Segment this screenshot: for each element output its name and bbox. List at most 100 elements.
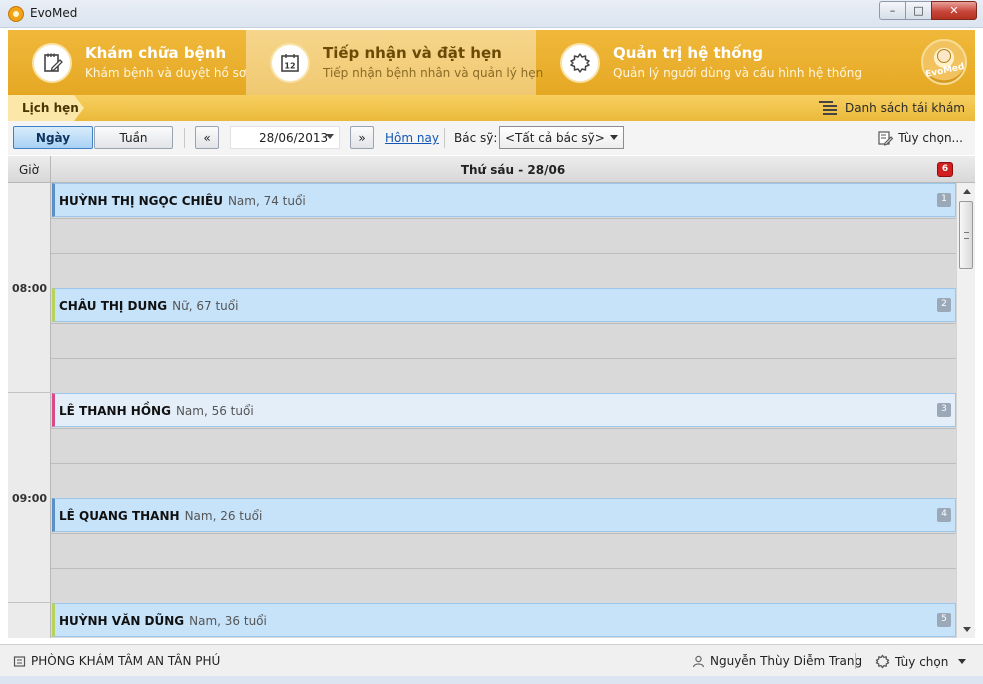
patient-name: LÊ THANH HỒNG Nam, 56 tuổi — [59, 404, 254, 418]
notepad-icon — [32, 43, 72, 83]
appointment-number: 4 — [937, 508, 951, 522]
patient-info: Nam, 56 tuổi — [175, 404, 254, 418]
user-name: Nguyễn Thùy Diễm Trang — [710, 654, 863, 668]
user-icon — [692, 655, 705, 667]
scroll-thumb[interactable] — [959, 201, 973, 269]
time-slots[interactable]: HUỲNH THỊ NGỌC CHIÊU Nam, 74 tuổi 1 CHÂU … — [51, 183, 956, 638]
calendar-day-number: 12 — [284, 62, 295, 71]
patient-info: Nữ, 67 tuổi — [172, 299, 239, 313]
day-column-header: Thứ sáu - 28/06 — [460, 163, 566, 177]
user-status[interactable]: Nguyễn Thùy Diễm Trang — [692, 654, 862, 668]
hour-block: 09:00 — [8, 393, 51, 603]
module-subtitle: Tiếp nhận bệnh nhân và quản lý hẹn — [323, 66, 544, 80]
module-kham-chua-benh[interactable]: Khám chữa bệnh Khám bệnh và duyệt hồ sơ — [8, 30, 246, 95]
logo-text: EvoMed — [924, 61, 966, 81]
module-subtitle: Khám bệnh và duyệt hồ sơ — [85, 66, 247, 80]
status-options-button[interactable]: Tùy chọn — [875, 654, 948, 669]
toolbar-divider — [184, 128, 185, 148]
patient-name: CHÂU THỊ DUNG Nữ, 67 tuổi — [59, 299, 239, 313]
module-title: Khám chữa bệnh — [85, 44, 227, 62]
slot-divider — [51, 323, 956, 324]
breadcrumb-bar: Lịch hẹn Danh sách tái khám — [8, 95, 975, 121]
followup-list-label: Danh sách tái khám — [844, 101, 965, 115]
next-date-button[interactable]: » — [350, 126, 374, 149]
list-icon — [818, 100, 839, 116]
doctor-select[interactable]: <Tất cả bác sỹ> — [499, 126, 624, 149]
appointment-card[interactable]: LÊ QUANG THANH Nam, 26 tuổi 4 — [52, 498, 956, 532]
options-button[interactable]: Tùy chọn... — [877, 130, 963, 146]
window-controls: – □ ✕ — [879, 1, 977, 21]
schedule-toolbar: Ngày Tuần « 28/06/2013 » Hôm nay Bác sỹ:… — [8, 121, 975, 155]
schedule-grid: 08:00 09:00 HUỲNH THỊ NGỌC CHIÊU Nam, 74 … — [8, 183, 975, 638]
app-logo-icon — [8, 6, 24, 22]
status-divider — [855, 653, 856, 669]
doctor-select-value: <Tất cả bác sỹ> — [505, 131, 605, 145]
day-view-button[interactable]: Ngày — [13, 126, 93, 149]
vertical-scrollbar[interactable] — [956, 183, 975, 638]
breadcrumb[interactable]: Lịch hẹn — [8, 95, 84, 121]
appointment-number: 2 — [937, 298, 951, 312]
module-title: Quản trị hệ thống — [613, 44, 764, 62]
slot-divider — [51, 253, 956, 254]
module-header: Khám chữa bệnh Khám bệnh và duyệt hồ sơ … — [8, 30, 975, 95]
appointment-number: 1 — [937, 193, 951, 207]
clinic-status: PHÒNG KHÁM TÂM AN TÂN PHÚ — [13, 654, 220, 668]
doctor-face-icon — [937, 49, 951, 63]
hour-block: 08:00 — [8, 183, 51, 393]
followup-list-button[interactable]: Danh sách tái khám — [818, 100, 965, 116]
status-options-label: Tùy chọn — [895, 654, 949, 669]
slot-divider — [51, 568, 956, 569]
hour-column-header: Giờ — [8, 156, 51, 183]
module-subtitle: Quản lý người dùng và cấu hình hệ thống — [613, 66, 862, 80]
appointment-card[interactable]: HUỲNH THỊ NGỌC CHIÊU Nam, 74 tuổi 1 — [52, 183, 956, 217]
module-quan-tri-he-thong[interactable]: Quản trị hệ thống Quản lý người dùng và … — [536, 30, 896, 95]
slot-divider — [51, 533, 956, 534]
appointment-number: 3 — [937, 403, 951, 417]
gear-icon — [560, 43, 600, 83]
patient-name: LÊ QUANG THANH Nam, 26 tuổi — [59, 509, 263, 523]
window-bottom-border — [0, 676, 983, 684]
slot-divider — [51, 218, 956, 219]
patient-name: HUỲNH VĂN DŨNG Nam, 36 tuổi — [59, 614, 267, 628]
date-dropdown-chevron-icon[interactable] — [326, 134, 334, 139]
title-bar: EvoMed – □ ✕ — [0, 0, 983, 28]
patient-info: Nam, 36 tuổi — [189, 614, 267, 628]
building-icon — [13, 655, 26, 667]
chevron-down-icon — [610, 135, 618, 140]
gear-icon — [875, 654, 890, 669]
scroll-up-icon[interactable] — [963, 189, 971, 194]
slot-divider — [51, 463, 956, 464]
today-link[interactable]: Hôm nay — [385, 131, 439, 145]
patient-info: Nam, 26 tuổi — [184, 509, 263, 523]
grip-icon — [964, 232, 969, 239]
hour-label: 08:00 — [11, 282, 47, 295]
slot-divider — [51, 358, 956, 359]
minimize-button[interactable]: – — [879, 1, 905, 20]
appointment-number: 5 — [937, 613, 951, 627]
appointment-card[interactable]: HUỲNH VĂN DŨNG Nam, 36 tuổi 5 — [52, 603, 956, 637]
week-view-button[interactable]: Tuần — [94, 126, 173, 149]
appointment-count-badge: 6 — [937, 162, 953, 177]
maximize-button[interactable]: □ — [905, 1, 931, 20]
date-input[interactable]: 28/06/2013 — [230, 126, 340, 149]
status-bar: PHÒNG KHÁM TÂM AN TÂN PHÚ Nguyễn Thùy Di… — [0, 644, 983, 676]
patient-info: Nam, 74 tuổi — [227, 194, 306, 208]
module-title: Tiếp nhận và đặt hẹn — [323, 44, 502, 62]
slot-divider — [51, 428, 956, 429]
chevron-down-icon[interactable] — [958, 659, 966, 664]
edit-settings-icon — [878, 131, 894, 146]
schedule-header: Giờ Thứ sáu - 28/06 6 — [8, 156, 975, 183]
module-tiep-nhan-dat-hen[interactable]: 12 Tiếp nhận và đặt hẹn Tiếp nhận bệnh n… — [246, 30, 543, 95]
doctor-label: Bác sỹ: — [454, 131, 498, 145]
clinic-name: PHÒNG KHÁM TÂM AN TÂN PHÚ — [31, 654, 221, 668]
hour-label: 09:00 — [11, 492, 47, 505]
close-button[interactable]: ✕ — [931, 1, 977, 20]
previous-date-button[interactable]: « — [195, 126, 219, 149]
options-label: Tùy chọn... — [898, 131, 963, 145]
patient-name: HUỲNH THỊ NGỌC CHIÊU Nam, 74 tuổi — [59, 194, 306, 208]
calendar-icon: 12 — [270, 43, 310, 83]
scroll-down-icon[interactable] — [963, 627, 971, 632]
appointment-card[interactable]: CHÂU THỊ DUNG Nữ, 67 tuổi 2 — [52, 288, 956, 322]
appointment-card[interactable]: LÊ THANH HỒNG Nam, 56 tuổi 3 — [52, 393, 956, 427]
window-title: EvoMed — [30, 6, 78, 20]
